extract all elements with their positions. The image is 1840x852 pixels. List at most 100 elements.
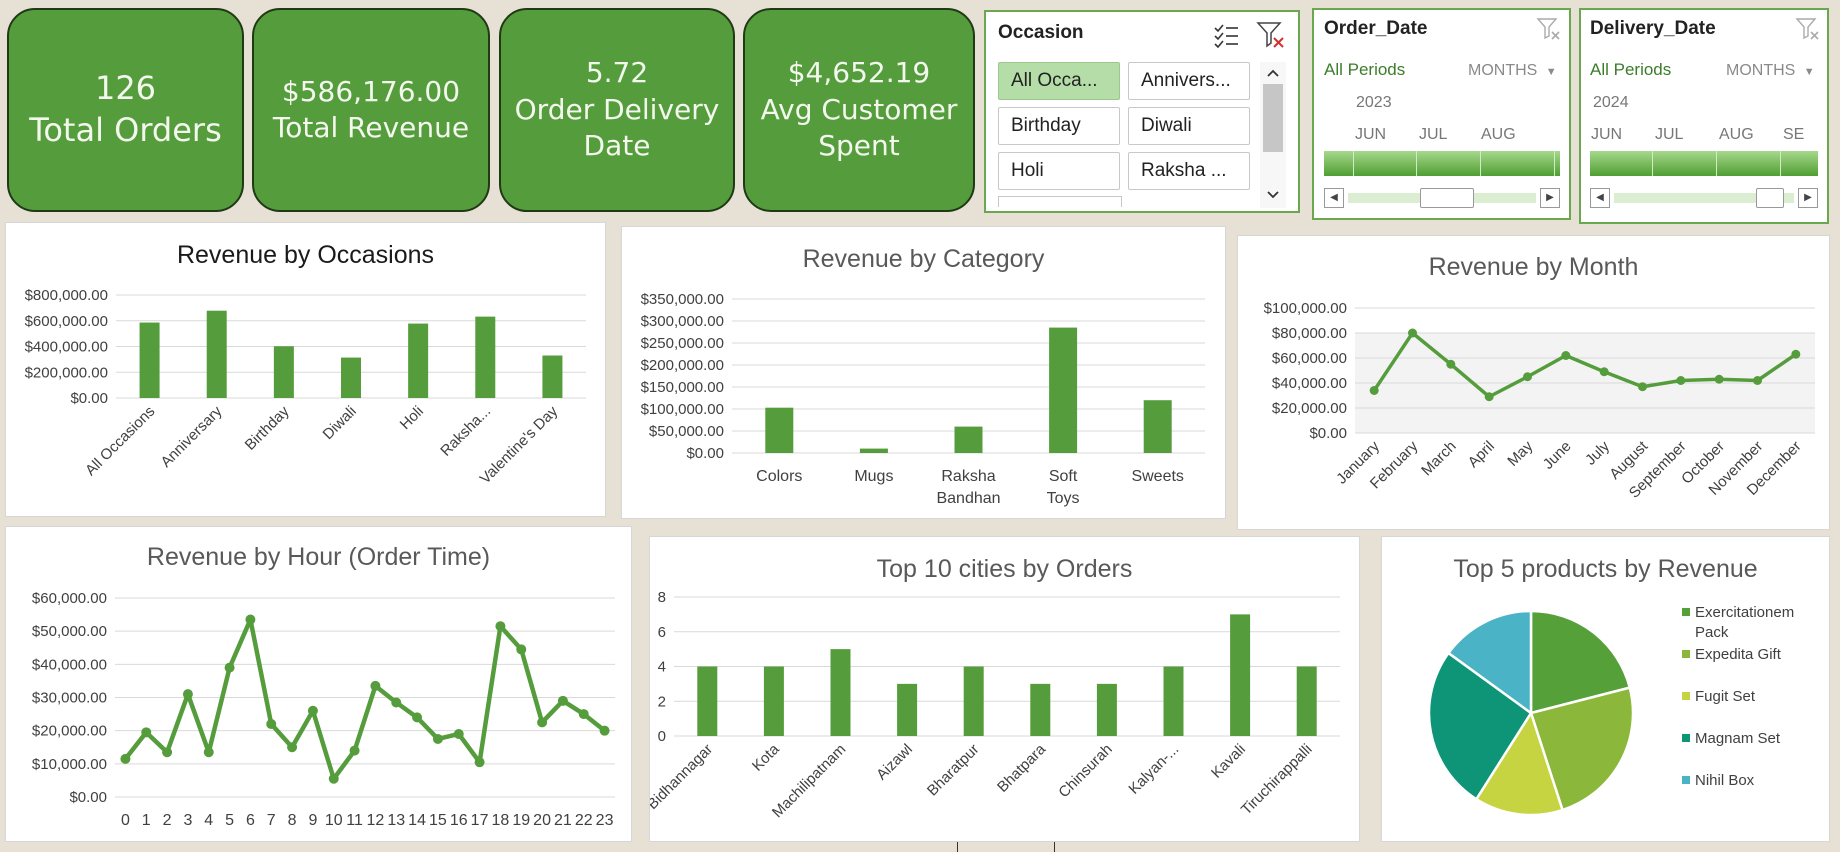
x-tick-label: 2 xyxy=(163,812,172,829)
bar xyxy=(1296,666,1317,736)
scroll-left-icon[interactable]: ◀ xyxy=(1324,188,1344,208)
timeline-band[interactable] xyxy=(1324,151,1560,176)
x-tick-label: Bandhan xyxy=(936,490,1000,507)
dropdown-arrow-icon: ▼ xyxy=(1545,66,1557,78)
y-tick-label: $250,000.00 xyxy=(641,335,724,352)
data-point xyxy=(1408,328,1417,338)
x-tick-label: Diwali xyxy=(320,403,360,443)
x-tick-label: 9 xyxy=(308,812,317,829)
data-point xyxy=(1791,349,1801,359)
x-tick-label: Kota xyxy=(749,740,783,774)
chart-revenue-by-category: Revenue by Category $0.00 $50,000.00 $100,… xyxy=(621,226,1226,519)
scroll-up-icon[interactable] xyxy=(1266,68,1280,78)
chart-plot: 02468Bidhannagar KotaMachilipatnam Aizawl B… xyxy=(650,589,1340,821)
slicer-item-all-occasions[interactable]: All Occa... xyxy=(998,62,1120,100)
timeline-month: AUG xyxy=(1481,126,1516,143)
x-tick-label: 4 xyxy=(204,812,213,829)
y-tick-label: $60,000.00 xyxy=(1272,350,1347,367)
legend-label: Pack xyxy=(1695,624,1729,641)
clear-filter-icon[interactable] xyxy=(1536,16,1562,42)
timeline-tick xyxy=(1554,151,1555,176)
x-tick-label: 14 xyxy=(408,812,426,829)
timeline-month: JUN xyxy=(1591,126,1623,143)
legend-label: Fugit Set xyxy=(1695,688,1756,705)
y-tick-label: $350,000.00 xyxy=(641,291,724,308)
scroll-thumb[interactable] xyxy=(1263,84,1283,152)
time-level-dropdown[interactable]: MONTHS ▼ xyxy=(1468,62,1557,80)
all-periods-label: All Periods xyxy=(1324,60,1406,79)
data-point xyxy=(578,709,589,720)
bar xyxy=(859,448,888,453)
bar xyxy=(341,357,361,398)
x-tick-label: June xyxy=(1540,438,1575,473)
bar xyxy=(954,426,983,453)
timeline-band[interactable] xyxy=(1590,151,1818,176)
x-tick-label: Aizawl xyxy=(873,741,916,784)
bar xyxy=(1163,666,1184,736)
data-point xyxy=(432,733,443,744)
data-point xyxy=(349,745,360,756)
clear-filter-icon[interactable] xyxy=(1795,16,1821,42)
timeline-scrollbar[interactable]: ◀ ▶ xyxy=(1590,188,1818,210)
data-point xyxy=(182,689,193,700)
scroll-thumb[interactable] xyxy=(1420,188,1474,208)
x-tick-label: Sweets xyxy=(1131,468,1183,485)
slicer-item-anniversary[interactable]: Annivers... xyxy=(1128,62,1250,100)
slicer-scrollbar[interactable] xyxy=(1260,62,1286,208)
y-tick-label: 0 xyxy=(658,728,666,745)
timeline-scrollbar[interactable]: ◀ ▶ xyxy=(1324,188,1560,210)
chart-top-cities: Top 10 cities by Orders 0 2 4 6 8 Bidhannagar… xyxy=(649,536,1360,842)
y-tick-label: $20,000.00 xyxy=(32,723,107,740)
x-tick-label: Soft xyxy=(1049,468,1078,485)
data-point xyxy=(287,742,298,753)
x-tick-label: May xyxy=(1504,437,1536,469)
x-tick-label: Holi xyxy=(397,403,427,433)
scroll-left-icon[interactable]: ◀ xyxy=(1590,188,1610,208)
x-tick-label: 10 xyxy=(325,812,343,829)
data-point xyxy=(1676,376,1686,385)
data-point xyxy=(120,753,131,764)
data-point xyxy=(557,695,568,706)
y-tick-label: $600,000.00 xyxy=(25,313,108,330)
slicer-item-partial xyxy=(998,196,1122,207)
x-tick-label: 16 xyxy=(450,812,468,829)
timeline-tick xyxy=(1716,151,1717,176)
kpi-label: Avg Customer xyxy=(760,92,958,126)
clear-filter-icon[interactable] xyxy=(1256,20,1286,50)
x-tick-label: Birthday xyxy=(242,402,293,453)
kpi-value: 5.72 xyxy=(585,56,649,90)
y-tick-label: $30,000.00 xyxy=(32,690,107,707)
chart-plot: $0.00 $50,000.00 $100,000.00 $150,000.00 $20… xyxy=(641,291,1205,507)
scroll-thumb[interactable] xyxy=(1756,188,1784,208)
scroll-down-icon[interactable] xyxy=(1266,190,1280,200)
data-point xyxy=(1446,359,1456,369)
x-tick-label: Bidhannagar xyxy=(650,741,716,813)
x-tick-label: Mugs xyxy=(854,468,893,485)
x-tick-label: 3 xyxy=(183,812,192,829)
bar xyxy=(1096,683,1117,736)
y-tick-label: $0.00 xyxy=(69,789,107,806)
time-level-dropdown[interactable]: MONTHS ▼ xyxy=(1726,62,1815,80)
y-tick-label: 8 xyxy=(658,589,666,606)
slicer-item-raksha[interactable]: Raksha ... xyxy=(1128,152,1250,190)
chart-revenue-by-occasions: Revenue by Occasions $0.00 $200,000.00 $40… xyxy=(5,222,606,517)
scroll-right-icon[interactable]: ▶ xyxy=(1798,188,1818,208)
scroll-right-icon[interactable]: ▶ xyxy=(1540,188,1560,208)
y-tick-label: $200,000.00 xyxy=(641,357,724,374)
all-periods-label: All Periods xyxy=(1590,60,1672,79)
x-tick-label: 8 xyxy=(288,812,297,829)
slicer-item-holi[interactable]: Holi xyxy=(998,152,1120,190)
kpi-total-orders: 126 Total Orders xyxy=(7,8,244,212)
bar xyxy=(475,316,496,398)
legend-swatch xyxy=(1682,650,1690,658)
timeline-month: AUG xyxy=(1719,126,1754,143)
slicer-title: Occasion xyxy=(998,22,1084,43)
y-tick-label: $40,000.00 xyxy=(32,656,107,673)
multi-select-icon[interactable] xyxy=(1212,22,1240,48)
data-point xyxy=(307,705,318,716)
slicer-item-birthday[interactable]: Birthday xyxy=(998,107,1120,145)
x-tick-label: Colors xyxy=(756,468,802,485)
legend-label: Magnam Set xyxy=(1695,730,1781,747)
slicer-item-diwali[interactable]: Diwali xyxy=(1128,107,1250,145)
data-point xyxy=(1523,372,1532,382)
